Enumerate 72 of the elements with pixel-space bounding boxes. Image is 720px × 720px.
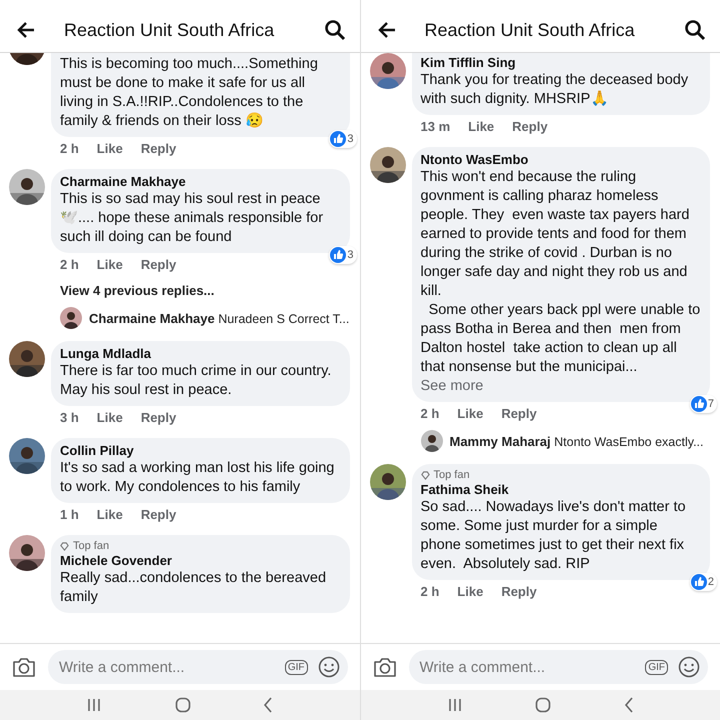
camera-icon[interactable]	[372, 656, 396, 678]
reaction-count[interactable]: 2	[690, 573, 717, 591]
author-name[interactable]: Ntonto WasEmbo	[420, 152, 528, 168]
back-icon[interactable]	[263, 697, 274, 713]
comment-text: Thank you for treating the deceased body with such dignity. MHSRIP🙏	[420, 71, 690, 109]
reply-preview[interactable]: Charmaine Makhaye Nuradeen S Correct T...	[89, 310, 350, 326]
reply-link[interactable]: Reply	[140, 257, 176, 273]
home-icon[interactable]	[174, 697, 191, 713]
comment-time: 2 h	[60, 257, 79, 273]
author-name[interactable]: Kim Tifflin Sing	[420, 55, 516, 71]
comment-time: 2 h	[60, 141, 79, 157]
like-link[interactable]: Like	[96, 257, 123, 273]
view-replies-link[interactable]: View 4 previous replies...	[60, 283, 350, 299]
like-icon	[690, 396, 707, 412]
diamond-icon	[420, 471, 430, 480]
reaction-count[interactable]: 7	[690, 395, 717, 413]
author-name[interactable]: Collin Pillay	[60, 443, 134, 459]
gif-button[interactable]: GIF	[645, 660, 668, 674]
reply-link[interactable]: Reply	[512, 119, 548, 135]
search-icon[interactable]	[684, 19, 706, 41]
diamond-icon	[60, 542, 69, 551]
reply-link[interactable]: Reply	[501, 584, 537, 600]
see-more-link[interactable]: See more	[420, 377, 484, 396]
comment-text: So sad.... Nowadays live's don't matter to some. Some just murder for a simple phone sometimes just to get their next fix even. Absolutely sad. RIP	[420, 498, 687, 574]
reply-preview[interactable]: Mammy Maharaj Ntonto WasEmbo exactly...	[450, 434, 704, 448]
like-link[interactable]: Like	[468, 119, 494, 135]
author-name[interactable]: Lunga Mdladla	[60, 346, 151, 362]
like-icon	[330, 247, 346, 263]
gif-button[interactable]: GIF	[284, 660, 308, 674]
comment-text: This won't end because the ruling govnment is calling pharaz homeless people. They even waste tax payers hard earned to provide tents and food for them during the strike of covid . Durban is no longer safe day and night they rob us and kill. Some other years back ppl were unable to pass Botha in Berea and then men from Dalton hostel take action to clean up all that nonsense but the municipai...	[420, 168, 701, 377]
reply-link[interactable]: Reply	[140, 507, 176, 523]
like-link[interactable]: Like	[96, 507, 123, 523]
smiley-icon[interactable]	[678, 656, 700, 678]
search-icon[interactable]	[324, 19, 346, 41]
reply-link[interactable]: Reply	[501, 406, 537, 422]
comment-text: It's so sad a working man lost his life going to work. My condolences to his family	[60, 459, 336, 497]
author-name[interactable]: Charmaine Makhaye	[60, 174, 186, 190]
page-title: Reaction Unit South Africa	[424, 20, 636, 40]
comment-text: There is far too much crime in our country. May his soul rest in peace.	[60, 362, 332, 400]
comment-time: 2 h	[420, 584, 440, 600]
reply-link[interactable]: Reply	[140, 141, 176, 157]
comment-time: 2 h	[420, 406, 440, 422]
comment-field[interactable]: Write a comment... GIF	[48, 650, 348, 684]
author-name[interactable]: Fathima Sheik	[420, 482, 509, 498]
top-fan-label: Top fan	[60, 540, 110, 553]
like-icon	[690, 574, 707, 590]
camera-icon[interactable]	[12, 656, 36, 678]
smiley-icon[interactable]	[318, 656, 340, 678]
comment-text: This is so sad may his soul rest in peace 🕊.... hope these animals responsible for such ill doing can be found	[60, 190, 324, 247]
comment-text: Really sad...condolences to the bereaved family	[60, 569, 328, 607]
comment-text: This is becoming too much....Something must be done to make it safe for us all living in S.A.!!RIP..Condolences to the family & friends on their loss 😥	[60, 55, 319, 131]
home-icon[interactable]	[535, 697, 552, 713]
comment-time: 3 h	[60, 410, 79, 426]
comment-field[interactable]: Write a comment... GIF	[408, 650, 708, 684]
recent-apps-icon[interactable]	[446, 698, 463, 712]
recent-apps-icon[interactable]	[86, 698, 102, 712]
like-link[interactable]: Like	[96, 410, 123, 426]
reaction-count[interactable]: 3	[329, 246, 356, 264]
like-link[interactable]: Like	[96, 141, 123, 157]
reply-link[interactable]: Reply	[140, 410, 176, 426]
back-icon[interactable]	[624, 697, 634, 713]
author-name[interactable]: Michele Govender	[60, 553, 172, 569]
like-icon	[330, 131, 346, 147]
back-arrow-icon[interactable]	[16, 20, 36, 40]
like-link[interactable]: Like	[457, 406, 484, 422]
comment-time: 13 m	[420, 119, 450, 135]
reaction-count[interactable]: 3	[329, 130, 356, 148]
page-title: Reaction Unit South Africa	[64, 20, 276, 40]
top-fan-label: Top fan	[420, 469, 470, 482]
like-link[interactable]: Like	[457, 584, 484, 600]
comment-time: 1 h	[60, 507, 79, 523]
back-arrow-icon[interactable]	[376, 20, 396, 40]
